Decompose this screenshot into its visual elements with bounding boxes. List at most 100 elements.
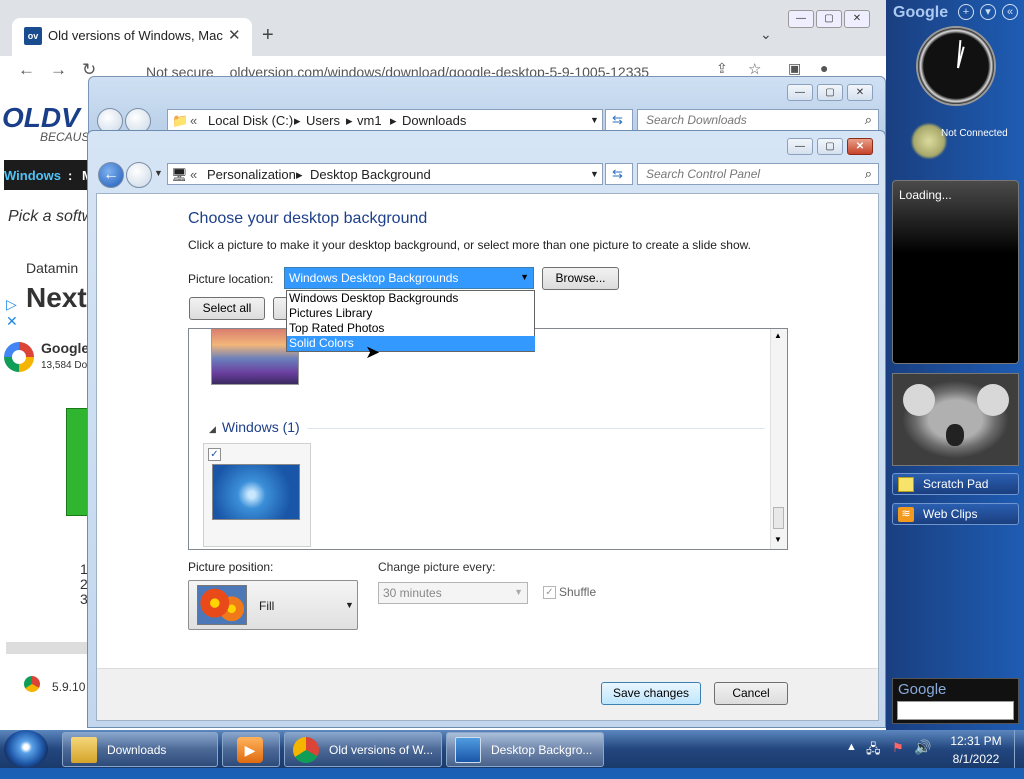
back-icon[interactable]: ← (18, 60, 35, 80)
browse-button[interactable]: Browse... (542, 267, 619, 290)
breadcrumb-item[interactable]: vm1 (357, 113, 382, 128)
maximize-icon[interactable]: ▢ (816, 10, 842, 28)
dropdown-option[interactable]: Windows Desktop Backgrounds (287, 291, 535, 306)
dropdown-option[interactable]: Pictures Library (287, 306, 535, 321)
maximize-icon[interactable]: ▢ (817, 84, 843, 101)
close-icon[interactable]: ✕ (844, 10, 870, 28)
new-tab-icon[interactable]: + (262, 24, 274, 47)
forward-icon[interactable] (126, 162, 152, 188)
select-all-button[interactable]: Select all (189, 297, 265, 320)
recent-pages-icon[interactable]: ▼ (154, 168, 163, 178)
network-icon[interactable]: 🖧 (866, 740, 881, 778)
windows-logo-thumbnail[interactable]: ✓ (203, 443, 311, 547)
pers-window-controls: — ▢ ✕ (787, 138, 877, 156)
group-header[interactable]: ◢ Windows (1) (209, 419, 300, 435)
clock-icon (916, 26, 996, 106)
explorer-address-bar[interactable]: 📁 « Local Disk (C:) ▸ Users ▸ vm1 ▸ Down… (167, 109, 603, 131)
ad-headline[interactable]: Next (26, 282, 87, 314)
taskbar-label: Desktop Backgro... (491, 743, 593, 757)
save-changes-button[interactable]: Save changes (601, 682, 701, 705)
shuffle-checkbox[interactable]: ✓ (543, 586, 556, 599)
page-hscrollbar[interactable] (6, 642, 90, 654)
add-gadget-icon[interactable]: + (958, 4, 974, 20)
tab-search-icon[interactable]: ⌄ (760, 26, 772, 43)
google-desktop-sidebar: Google + ▾ « Not Connected Loading... Sc… (886, 0, 1024, 730)
nav-windows-link[interactable]: Windows (4, 168, 61, 183)
show-desktop-button[interactable] (1014, 730, 1024, 768)
start-button[interactable] (4, 730, 48, 768)
breadcrumb-item[interactable]: Personalization (207, 167, 296, 182)
collapse-icon[interactable]: ◢ (209, 424, 216, 434)
picture-location-dropdown: Windows Desktop Backgrounds Pictures Lib… (286, 290, 535, 352)
close-icon[interactable]: ✕ (847, 84, 873, 101)
breadcrumb-item[interactable]: Desktop Background (310, 167, 431, 182)
chevron-down-icon[interactable]: ▼ (590, 169, 599, 179)
chrome-icon (24, 676, 40, 692)
google-search-input[interactable] (897, 701, 1014, 720)
taskbar-item-chrome[interactable]: Old versions of W... (284, 732, 442, 767)
search-icon[interactable]: ⌕ (865, 166, 872, 182)
picture-location-select[interactable]: Windows Desktop Backgrounds ▼ (284, 267, 534, 289)
dropdown-option[interactable]: Top Rated Photos (287, 321, 535, 336)
close-icon[interactable]: ✕ (847, 138, 873, 155)
sidebar-menu-icon[interactable]: ▾ (980, 4, 996, 20)
chevron-down-icon[interactable]: ▼ (514, 587, 523, 597)
chevron-down-icon[interactable]: ▼ (590, 115, 599, 125)
minimize-icon[interactable]: — (788, 10, 814, 28)
taskbar-item-downloads[interactable]: Downloads (62, 732, 218, 767)
profile-icon[interactable]: ● (820, 60, 828, 76)
refresh-icon[interactable]: ⇆ (605, 163, 633, 185)
chrome-tab[interactable]: ov Old versions of Windows, Mac ar ✕ (12, 18, 252, 56)
breadcrumb-separator: ▸ (294, 113, 301, 128)
explorer-search-input[interactable]: Search Downloads ⌕ (637, 109, 879, 131)
tab-title: Old versions of Windows, Mac ar (48, 28, 223, 43)
list-vscrollbar[interactable]: ▲ ▼ (770, 329, 787, 549)
scratch-pad-gadget[interactable]: Scratch Pad (892, 473, 1019, 495)
taskbar-item-media-player[interactable]: ▶ (222, 732, 280, 767)
show-hidden-icons-icon[interactable]: ▲ (846, 741, 857, 779)
ad-choices-icon[interactable]: ▷ ✕ (6, 296, 18, 330)
sidebar-collapse-icon[interactable]: « (1002, 4, 1018, 20)
app-name[interactable]: Google (41, 340, 89, 356)
thumbnail-checkbox[interactable]: ✓ (208, 448, 221, 461)
minimize-icon[interactable]: — (787, 138, 813, 155)
dropdown-option-selected[interactable]: Solid Colors (287, 336, 535, 351)
folder-icon (71, 737, 97, 763)
google-app-icon (4, 342, 34, 372)
control-panel-search-input[interactable]: Search Control Panel ⌕ (637, 163, 879, 185)
explorer-window: — ▢ ✕ 📁 « Local Disk (C:) ▸ Users ▸ vm1 … (88, 76, 886, 136)
breadcrumb-item[interactable]: Users (306, 113, 340, 128)
share-icon[interactable]: ⇪ (716, 60, 728, 77)
taskbar-item-desktop-background[interactable]: Desktop Backgro... (446, 732, 604, 767)
scroll-up-icon[interactable]: ▲ (774, 331, 782, 340)
tab-close-icon[interactable]: ✕ (228, 26, 241, 44)
clock[interactable]: 12:31 PM 8/1/2022 (946, 734, 1006, 772)
chevron-down-icon[interactable]: ▼ (345, 600, 354, 610)
scroll-thumb[interactable] (773, 507, 784, 529)
action-center-icon[interactable]: ⚑ (892, 740, 904, 778)
breadcrumb-overflow: « (190, 167, 198, 182)
media-player-icon: ▶ (237, 737, 263, 763)
interval-select[interactable]: 30 minutes ▼ (378, 582, 528, 604)
forward-icon[interactable]: → (50, 60, 67, 80)
breadcrumb-item[interactable]: Downloads (402, 113, 466, 128)
back-icon[interactable]: ← (98, 162, 124, 188)
chrome-tabstrip: ov Old versions of Windows, Mac ar ✕ + ⌄… (0, 0, 886, 56)
photo-gadget[interactable] (892, 373, 1019, 466)
search-icon[interactable]: ⌕ (865, 112, 872, 128)
control-panel-icon (455, 737, 481, 763)
version-text[interactable]: 5.9.10 (52, 680, 85, 694)
scroll-down-icon[interactable]: ▼ (774, 535, 782, 544)
breadcrumb-item[interactable]: Local Disk (C:) (208, 113, 293, 128)
pers-address-bar[interactable]: 🖥 « Personalization ▸ Desktop Background… (167, 163, 603, 185)
chevron-down-icon[interactable]: ▼ (520, 272, 529, 282)
interval-label: Change picture every: (378, 560, 496, 574)
cancel-button[interactable]: Cancel (714, 682, 788, 705)
minimize-icon[interactable]: — (787, 84, 813, 101)
maximize-icon[interactable]: ▢ (817, 138, 843, 155)
refresh-icon[interactable]: ⇆ (605, 109, 633, 131)
picture-position-select[interactable]: Fill ▼ (188, 580, 358, 630)
sidepanel-icon[interactable]: ▣ (788, 60, 801, 77)
volume-icon[interactable]: 🔊 (914, 739, 931, 777)
web-clips-gadget[interactable]: ≋ Web Clips (892, 503, 1019, 525)
